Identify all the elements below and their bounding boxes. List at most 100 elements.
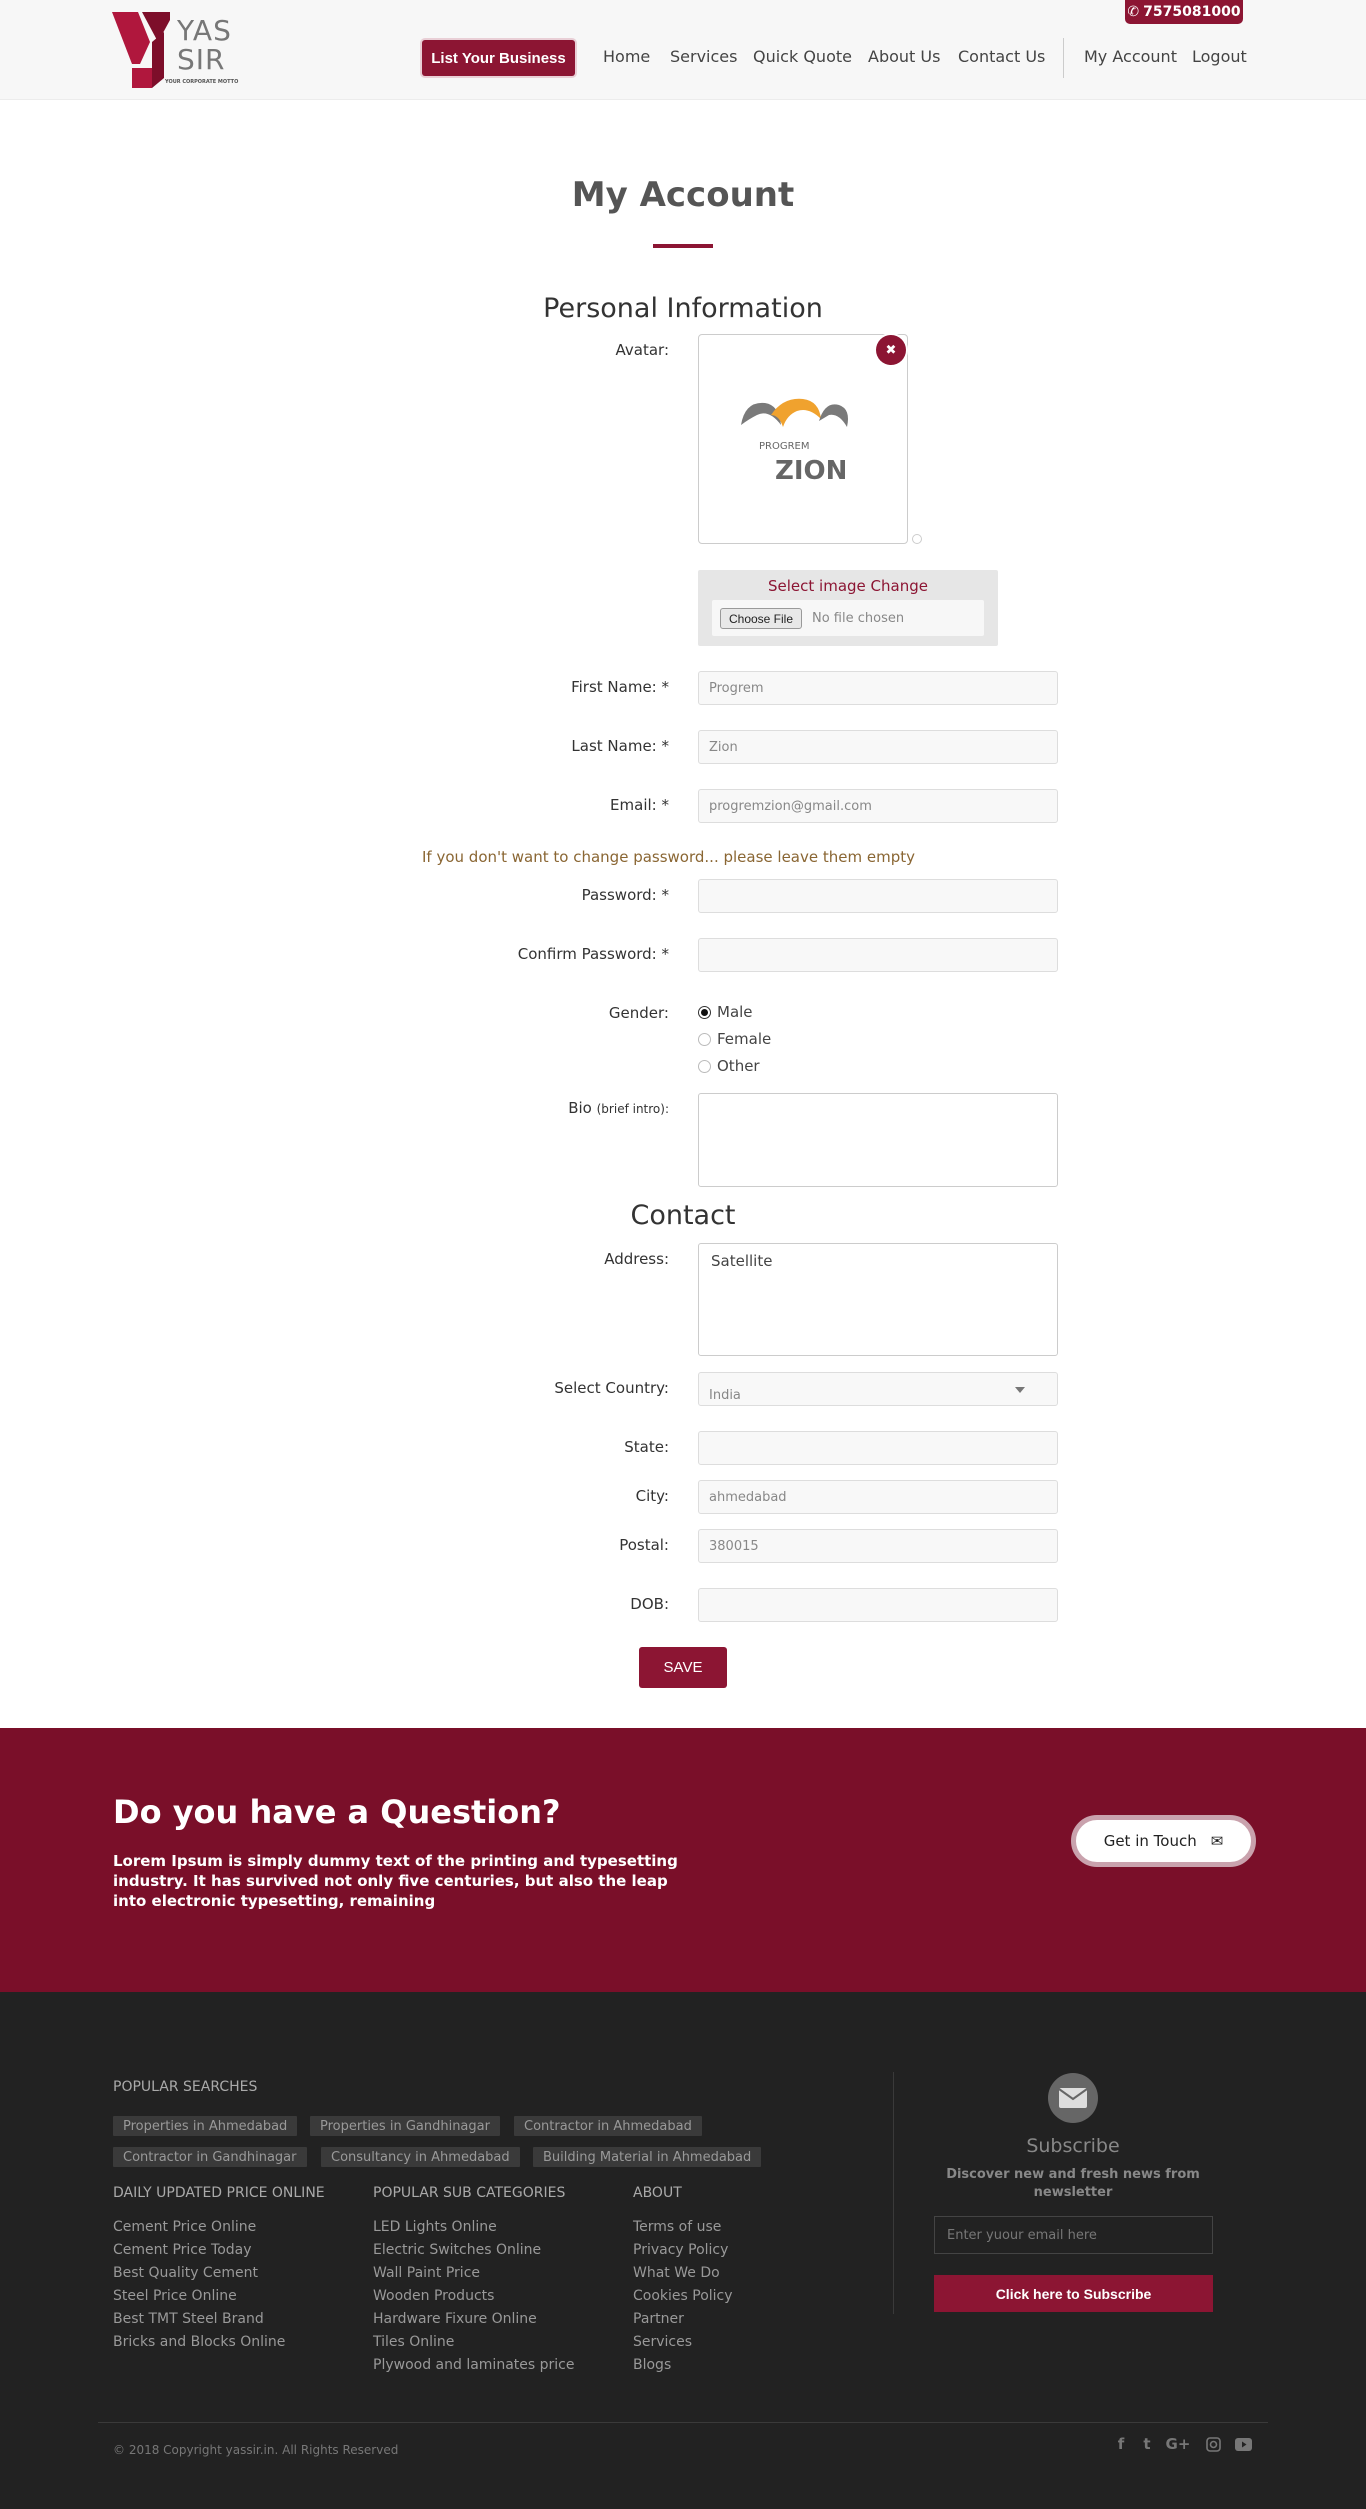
page-title: My Account	[571, 175, 795, 215]
first-name-label: First Name: *	[571, 678, 669, 696]
footer-link[interactable]: Cookies Policy	[633, 2288, 733, 2304]
remove-avatar-button[interactable]: ✖	[876, 335, 906, 365]
last-name-field[interactable]: Zion	[698, 730, 1058, 764]
price-online-list: Cement Price Online Cement Price Today B…	[113, 2216, 285, 2354]
google-plus-icon[interactable]: G+	[1165, 2434, 1191, 2454]
nav-about-us[interactable]: About Us	[868, 47, 940, 66]
svg-text:PROGREM: PROGREM	[759, 441, 810, 452]
facebook-icon[interactable]: f	[1111, 2434, 1131, 2454]
about-heading: ABOUT	[633, 2185, 682, 2201]
first-name-field[interactable]: Progrem	[698, 671, 1058, 705]
footer-link[interactable]: Privacy Policy	[633, 2242, 728, 2258]
footer-link[interactable]: Cement Price Today	[113, 2242, 252, 2258]
site-header: ✆ 7575081000 YAS SIR YOUR CORPORATE MOTTO…	[0, 0, 1366, 100]
subscribe-email-input[interactable]: Enter yuour email here	[934, 2216, 1213, 2254]
footer-link[interactable]: Bricks and Blocks Online	[113, 2334, 285, 2350]
popular-search-tag[interactable]: Properties in Ahmedabad	[113, 2116, 298, 2136]
logo-tagline: YOUR CORPORATE MOTTO	[165, 79, 239, 85]
popular-search-tag[interactable]: Properties in Gandhinagar	[310, 2116, 500, 2136]
subscribe-title: Subscribe	[1026, 2135, 1120, 2157]
city-field[interactable]: ahmedabad	[698, 1480, 1058, 1514]
copyright-text: © 2018 Copyright yassir.in. All Rights R…	[113, 2443, 399, 2457]
banner-text: Lorem Ipsum is simply dummy text of the …	[113, 1852, 678, 1910]
get-in-touch-button[interactable]: Get in Touch ✉	[1071, 1815, 1256, 1867]
state-field[interactable]	[698, 1431, 1058, 1465]
postal-label: Postal:	[619, 1536, 669, 1554]
avatar-resize-handle[interactable]	[912, 534, 922, 544]
twitter-icon[interactable]: t	[1137, 2434, 1157, 2454]
email-field[interactable]: progremzion@gmail.com	[698, 789, 1058, 823]
popular-search-tag[interactable]: Building Material in Ahmedabad	[533, 2147, 762, 2167]
choose-file-button[interactable]: Choose File	[720, 608, 802, 629]
footer-link[interactable]: LED Lights Online	[373, 2219, 497, 2235]
popular-search-tag[interactable]: Consultancy in Ahmedabad	[321, 2147, 520, 2167]
country-select[interactable]: India	[698, 1372, 1058, 1406]
password-field[interactable]	[698, 879, 1058, 913]
subscribe-button[interactable]: Click here to Subscribe	[934, 2275, 1213, 2312]
nav-home[interactable]: Home	[603, 47, 650, 66]
popular-search-tag[interactable]: Contractor in Gandhinagar	[113, 2147, 307, 2167]
footer-link[interactable]: Best Quality Cement	[113, 2265, 258, 2281]
nav-my-account[interactable]: My Account	[1084, 47, 1177, 66]
title-underline	[653, 244, 713, 248]
avatar-preview: PROGREM ZION	[698, 334, 908, 544]
contact-heading: Contact	[630, 1200, 736, 1231]
footer-link[interactable]: What We Do	[633, 2265, 720, 2281]
avatar-label: Avatar:	[615, 341, 669, 359]
footer-link[interactable]: Cement Price Online	[113, 2219, 256, 2235]
country-label: Select Country:	[554, 1379, 669, 1397]
footer-divider	[893, 2072, 894, 2314]
sub-categories-heading: POPULAR SUB CATEGORIES	[373, 2185, 566, 2201]
youtube-icon[interactable]	[1233, 2434, 1253, 2454]
gender-other-radio[interactable]: Other	[698, 1057, 760, 1075]
bio-textarea[interactable]	[698, 1093, 1058, 1187]
logo-wordmark: YAS SIR	[177, 14, 232, 76]
newsletter-icon	[1048, 2073, 1098, 2123]
footer-link[interactable]: Terms of use	[633, 2219, 721, 2235]
state-label: State:	[624, 1438, 669, 1456]
gender-female-radio[interactable]: Female	[698, 1030, 771, 1048]
gender-male-radio[interactable]: Male	[698, 1003, 753, 1021]
nav-quick-quote[interactable]: Quick Quote	[753, 47, 852, 66]
footer-rule	[98, 2422, 1268, 2423]
footer-link[interactable]: Plywood and laminates price	[373, 2357, 574, 2373]
radio-checked-icon	[698, 1005, 711, 1019]
gender-label: Gender:	[608, 1004, 669, 1022]
list-your-business-button[interactable]: List Your Business	[422, 40, 575, 76]
site-logo[interactable]: YAS SIR YOUR CORPORATE MOTTO	[112, 12, 247, 90]
confirm-password-label: Confirm Password: *	[517, 945, 669, 963]
file-input: Choose File No file chosen	[712, 600, 984, 636]
save-button[interactable]: SAVE	[639, 1647, 727, 1688]
confirm-password-field[interactable]	[698, 938, 1058, 972]
footer-link[interactable]: Electric Switches Online	[373, 2242, 541, 2258]
footer-link[interactable]: Wooden Products	[373, 2288, 494, 2304]
footer-link[interactable]: Partner	[633, 2311, 684, 2327]
nav-contact-us[interactable]: Contact Us	[958, 47, 1045, 66]
footer-link[interactable]: Wall Paint Price	[373, 2265, 480, 2281]
sub-categories-list: LED Lights Online Electric Switches Onli…	[373, 2216, 574, 2377]
popular-search-tag[interactable]: Contractor in Ahmedabad	[514, 2116, 702, 2136]
dob-field[interactable]	[698, 1588, 1058, 1622]
nav-logout[interactable]: Logout	[1192, 47, 1247, 66]
envelope-icon: ✉	[1210, 1832, 1224, 1850]
radio-icon	[698, 1059, 711, 1073]
footer-link[interactable]: Steel Price Online	[113, 2288, 237, 2304]
svg-text:ZION: ZION	[775, 456, 847, 486]
address-textarea[interactable]: Satellite	[698, 1243, 1058, 1356]
close-icon: ✖	[885, 342, 897, 358]
footer-link[interactable]: Best TMT Steel Brand	[113, 2311, 264, 2327]
file-upload-caption: Select image Change	[768, 577, 928, 595]
personal-info-heading: Personal Information	[543, 293, 823, 324]
footer-link[interactable]: Hardware Fixure Online	[373, 2311, 537, 2327]
footer-link[interactable]: Tiles Online	[373, 2334, 454, 2350]
radio-icon	[698, 1032, 711, 1046]
footer-link[interactable]: Services	[633, 2334, 692, 2350]
postal-field[interactable]: 380015	[698, 1529, 1058, 1563]
price-online-heading: DAILY UPDATED PRICE ONLINE	[113, 2185, 325, 2201]
instagram-icon[interactable]	[1203, 2434, 1223, 2454]
email-label: Email: *	[610, 796, 669, 814]
phone-badge[interactable]: ✆ 7575081000	[1125, 0, 1243, 24]
file-upload-box: Select image Change Choose File No file …	[698, 570, 998, 646]
footer-link[interactable]: Blogs	[633, 2357, 671, 2373]
nav-services[interactable]: Services	[670, 47, 737, 66]
